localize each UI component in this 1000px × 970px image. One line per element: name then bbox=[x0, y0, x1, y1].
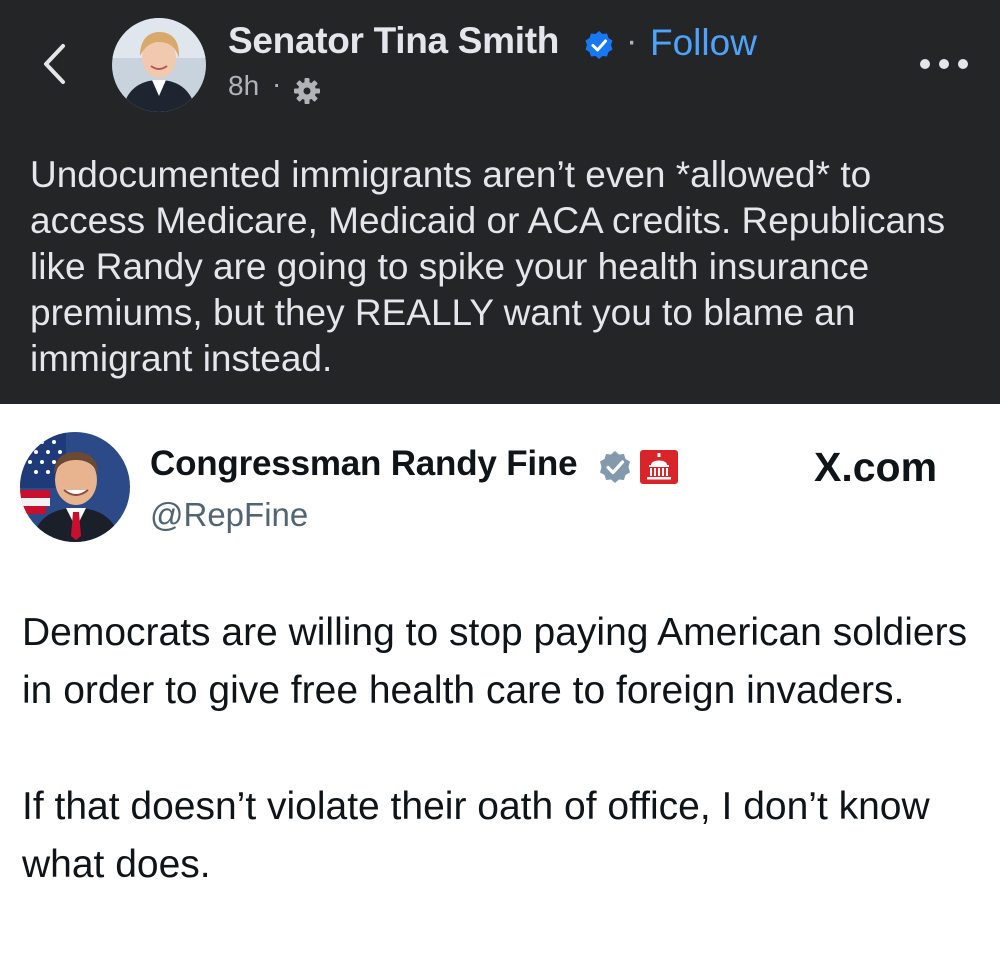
gear-icon[interactable] bbox=[292, 76, 322, 106]
tweet-paragraph: If that doesn’t violate their oath of of… bbox=[22, 785, 930, 886]
more-dot-icon bbox=[958, 59, 968, 69]
post-text: Undocumented immigrants aren’t even *all… bbox=[30, 154, 946, 379]
facebook-post: Senator Tina Smith · Follow 8h · Undocum… bbox=[0, 0, 1000, 404]
post-timestamp[interactable]: 8h bbox=[228, 70, 259, 102]
separator-dot: · bbox=[626, 22, 638, 60]
chevron-left-icon bbox=[44, 44, 65, 84]
verified-badge-icon bbox=[600, 451, 630, 483]
government-badge-icon bbox=[640, 450, 678, 484]
avatar[interactable] bbox=[20, 432, 130, 542]
tweet-text: Democrats are willing to stop paying Ame… bbox=[22, 604, 972, 894]
more-options-button[interactable] bbox=[920, 52, 968, 76]
tweet-display-name[interactable]: Congressman Randy Fine bbox=[150, 444, 578, 484]
back-button[interactable] bbox=[34, 36, 74, 92]
tweet-paragraph: Democrats are willing to stop paying Ame… bbox=[22, 611, 968, 712]
author-name[interactable]: Senator Tina Smith bbox=[228, 20, 559, 62]
more-dot-icon bbox=[939, 59, 949, 69]
timestamp-separator: · bbox=[272, 68, 282, 99]
avatar[interactable] bbox=[112, 18, 206, 112]
tweet-handle[interactable]: @RepFine bbox=[150, 496, 308, 534]
embedded-tweet[interactable]: Congressman Randy Fine @RepFine X.com De… bbox=[0, 404, 1000, 970]
x-com-link[interactable]: X.com bbox=[814, 444, 937, 491]
verified-badge-icon bbox=[585, 31, 613, 59]
follow-button[interactable]: Follow bbox=[650, 22, 757, 64]
more-dot-icon bbox=[920, 59, 930, 69]
